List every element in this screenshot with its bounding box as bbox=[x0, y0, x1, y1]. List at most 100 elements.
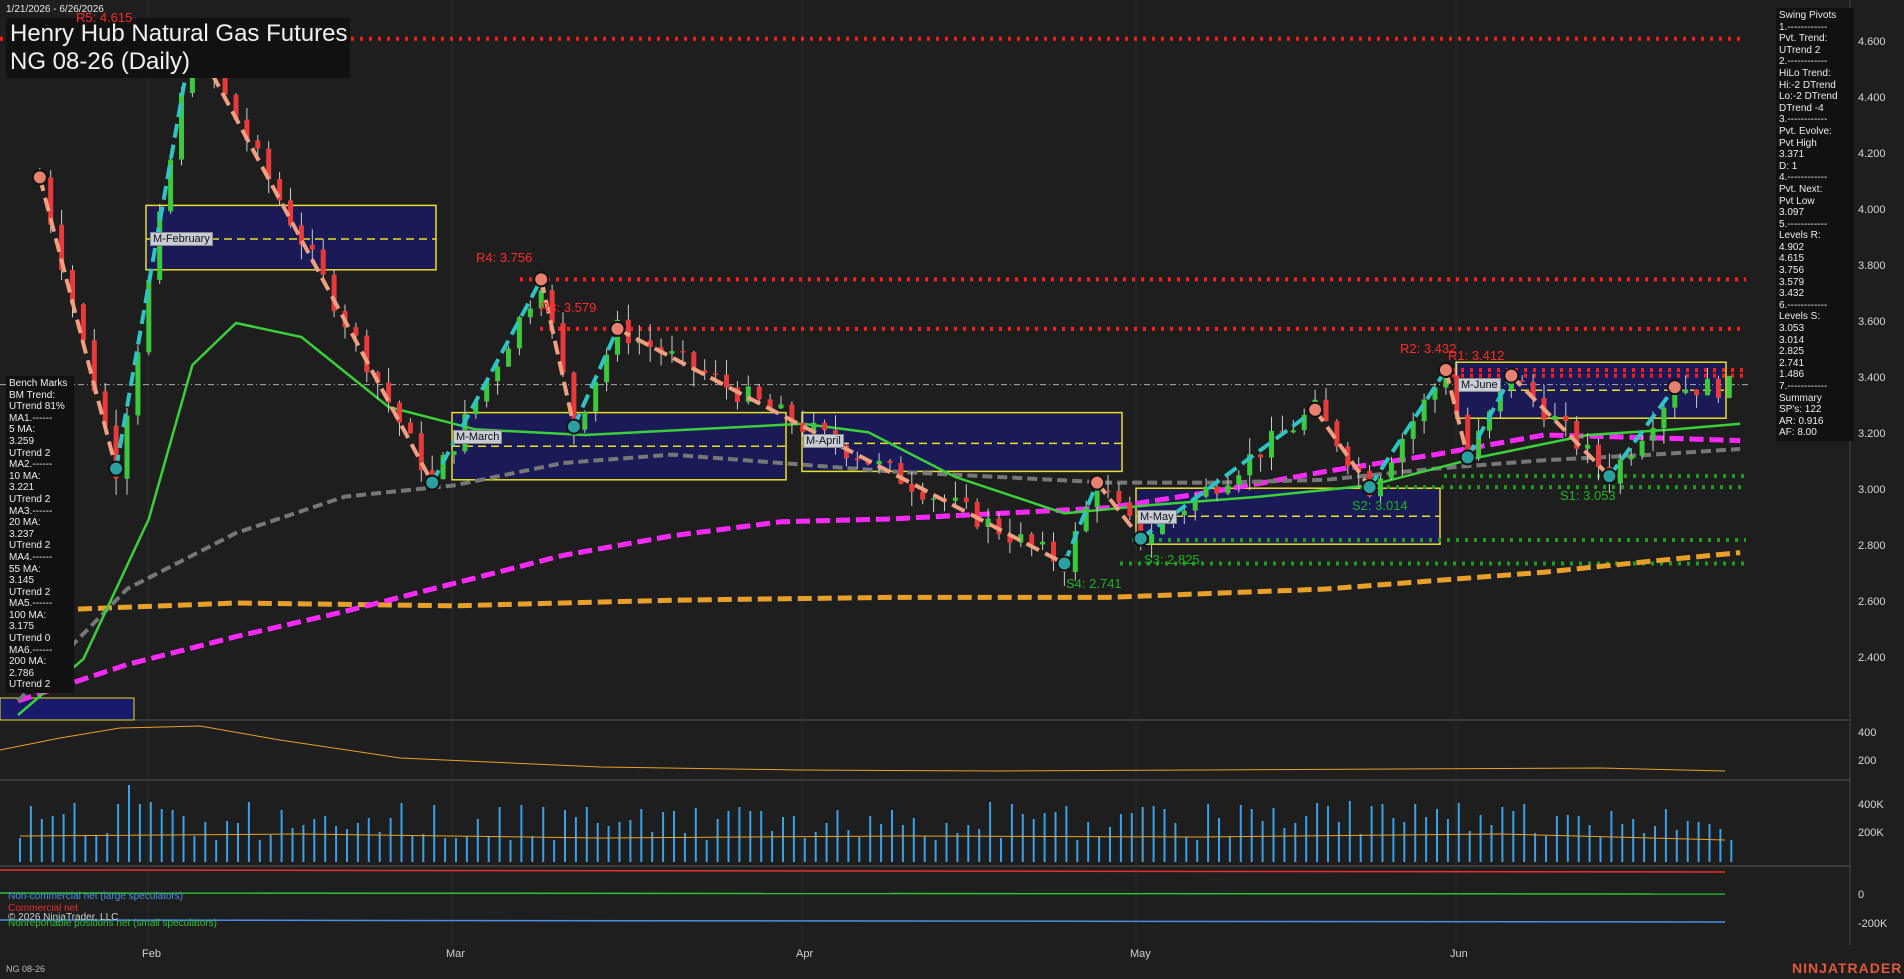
candle-body bbox=[778, 404, 784, 409]
month-tick-mar: Mar bbox=[446, 948, 465, 960]
month-tick-apr: Apr bbox=[796, 948, 814, 960]
candle-body bbox=[1585, 444, 1591, 449]
price-tick-label: 3.000 bbox=[1858, 484, 1886, 496]
candle-body bbox=[822, 422, 828, 431]
candle-body bbox=[1214, 486, 1220, 494]
legend-nonreportable: Nonreportable positions net (small specu… bbox=[8, 918, 217, 929]
candle-body bbox=[1596, 444, 1601, 467]
monthly-range-box bbox=[451, 411, 787, 481]
swing_pivots-line: Pvt. Trend: bbox=[1779, 33, 1828, 45]
swing_pivots-line: SP's: 122 bbox=[1779, 404, 1822, 416]
candle-body bbox=[1040, 541, 1046, 545]
candle-body bbox=[713, 373, 719, 375]
bench_marks-line: 100 MA: bbox=[9, 609, 47, 621]
candle-body bbox=[102, 391, 108, 426]
candle-body bbox=[756, 386, 762, 400]
price-tick-label: 4.000 bbox=[1858, 204, 1886, 216]
candle-body bbox=[1116, 490, 1122, 503]
candle-body bbox=[1094, 490, 1100, 508]
month-tick-may: May bbox=[1130, 948, 1151, 960]
candle-body bbox=[1617, 459, 1623, 484]
swing-high-marker bbox=[1503, 367, 1520, 384]
candle-body bbox=[70, 270, 75, 305]
bench_marks-line: MA6.------ bbox=[9, 644, 53, 656]
swing_pivots-line: 3.371 bbox=[1779, 149, 1805, 161]
swing-low-marker bbox=[1601, 468, 1618, 485]
bench_marks-line: UTrend 2 bbox=[9, 493, 51, 505]
swing_pivots-line: AF: 8.00 bbox=[1779, 427, 1817, 439]
bench_marks-line: MA4.------ bbox=[9, 551, 53, 563]
candle-body bbox=[952, 497, 958, 501]
candle-body bbox=[1705, 378, 1710, 396]
price-tick-label: 4.200 bbox=[1858, 148, 1886, 160]
price-tick-label: 4.400 bbox=[1858, 92, 1886, 104]
swing_pivots-line: 4.902 bbox=[1779, 241, 1805, 253]
swing-low-marker bbox=[565, 418, 582, 435]
swing_pivots-line: 4.615 bbox=[1779, 253, 1805, 265]
swing_pivots-line: UTrend 2 bbox=[1779, 44, 1821, 56]
candle-body bbox=[179, 92, 184, 160]
swing_pivots-line: Hi:-2 DTrend bbox=[1779, 79, 1836, 91]
bench_marks-line: 3.237 bbox=[9, 528, 35, 540]
candle-body bbox=[963, 497, 969, 503]
bench_marks-line: UTrend 0 bbox=[9, 633, 51, 645]
bench_marks-line: Bench Marks bbox=[9, 378, 68, 389]
monthly-label-february: M-February bbox=[150, 232, 213, 246]
commercial-net-line bbox=[0, 869, 1726, 873]
price-tick-label: 4.600 bbox=[1858, 36, 1886, 48]
swing_pivots-line: Pvt. Next: bbox=[1779, 183, 1823, 195]
instrument-footer: NG 08-26 bbox=[6, 964, 46, 974]
swing_pivots-line: 2.825 bbox=[1779, 346, 1805, 358]
month-tick-jun: Jun bbox=[1450, 948, 1468, 960]
nonreportable-net-line bbox=[0, 892, 1726, 895]
sub2-axis-400k: 400K bbox=[1858, 799, 1884, 811]
swing_pivots-line: Pvt High bbox=[1779, 137, 1817, 149]
bench_marks-line: MA2.------ bbox=[9, 459, 53, 471]
title-box: Henry Hub Natural Gas Futures NG 08-26 (… bbox=[6, 18, 350, 78]
monthly-label-june: M-June bbox=[1458, 378, 1501, 392]
candle-body bbox=[680, 351, 686, 353]
swing_pivots-line: 3.------------ bbox=[1779, 114, 1828, 126]
legend-noncommercial: Non-commercial net (large speculators) bbox=[8, 891, 184, 902]
bench_marks-line: 3.259 bbox=[9, 435, 35, 447]
sub2-axis-200k: 200K bbox=[1858, 827, 1884, 839]
price-tick-label: 3.600 bbox=[1858, 316, 1886, 328]
candle-body bbox=[48, 177, 54, 225]
price-chart[interactable] bbox=[0, 0, 1904, 979]
swing_pivots-line: 6.------------ bbox=[1779, 299, 1828, 311]
candle-body bbox=[1661, 407, 1667, 428]
bench_marks-line: 10 MA: bbox=[9, 470, 41, 482]
swing-high-marker bbox=[533, 271, 550, 288]
monthly-label-may: M-May bbox=[1137, 510, 1177, 524]
bench_marks-line: MA1.------ bbox=[9, 412, 53, 424]
bench-marks-panel: Bench Marks BM Trend: UTrend 81% MA1.------… bbox=[6, 376, 74, 694]
swing_pivots-line: 1.------------ bbox=[1779, 21, 1828, 33]
bench_marks-line: UTrend 81% bbox=[9, 401, 65, 413]
candle-body bbox=[1149, 533, 1155, 545]
swing-high-marker bbox=[609, 320, 626, 337]
chart-subtitle: NG 08-26 (Daily) bbox=[10, 48, 191, 75]
swing_pivots-line: AR: 0.916 bbox=[1779, 415, 1824, 427]
s2-label: S2: 3.014 bbox=[1352, 498, 1408, 513]
candle-body bbox=[1672, 392, 1678, 408]
candle-body bbox=[909, 483, 915, 492]
sub3-axis-neg200k: -200K bbox=[1858, 918, 1888, 930]
candle-body bbox=[527, 308, 533, 318]
r1-label: R1: 3.412 bbox=[1448, 348, 1505, 363]
swing-low-marker bbox=[1056, 555, 1073, 572]
bench_marks-line: UTrend 2 bbox=[9, 679, 51, 691]
chart-title: Henry Hub Natural Gas Futures bbox=[10, 20, 348, 47]
swing-pivots-panel: Swing Pivots 1.------------ Pvt. Trend: UTr… bbox=[1776, 8, 1854, 441]
swing_pivots-line: 2.------------ bbox=[1779, 56, 1828, 68]
candle-body bbox=[80, 304, 86, 341]
s4-label: S4: 2.741 bbox=[1066, 576, 1122, 591]
candle-body bbox=[1334, 421, 1340, 447]
candle-body bbox=[920, 491, 926, 500]
swing_pivots-line: 7.------------ bbox=[1779, 381, 1828, 392]
swing_pivots-line: DTrend -4 bbox=[1779, 102, 1824, 114]
candle-body bbox=[516, 317, 522, 349]
swing_pivots-line: Summary bbox=[1779, 392, 1822, 404]
price-tick-label: 2.400 bbox=[1858, 652, 1886, 664]
swing_pivots-line: HiLo Trend: bbox=[1779, 67, 1831, 79]
candle-body bbox=[451, 451, 457, 455]
